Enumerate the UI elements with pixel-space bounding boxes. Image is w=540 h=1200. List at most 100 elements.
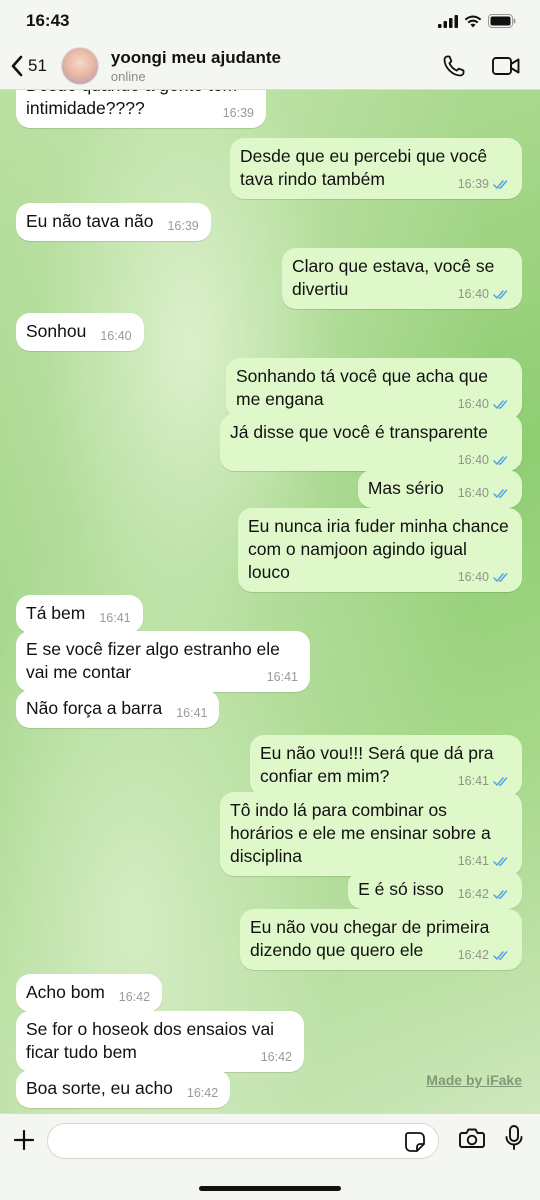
unread-count: 51	[28, 55, 47, 75]
message-meta: 16:40	[458, 397, 510, 411]
message-bubble-incoming[interactable]: E se você fizer algo estranho ele vai me…	[16, 631, 310, 692]
double-check-icon	[493, 399, 508, 409]
double-check-icon	[493, 179, 508, 189]
message-bubble-outgoing[interactable]: E é só isso 16:42	[348, 871, 522, 909]
message-bubble-incoming[interactable]: Tá bem 16:41	[16, 595, 143, 633]
message-time: 16:39	[457, 177, 489, 191]
chevron-left-icon	[11, 55, 23, 76]
message-bubble-outgoing[interactable]: Já disse que você é transparente 16:40	[220, 414, 522, 471]
message-text: E se você fizer algo estranho ele vai me…	[26, 639, 280, 682]
status-time: 16:43	[26, 11, 70, 30]
message-text: Acho bom	[26, 982, 105, 1002]
message-meta: 16:41	[99, 611, 130, 625]
message-meta: 16:39	[167, 219, 198, 233]
message-text: Já disse que você é transparente	[230, 422, 488, 442]
contact-info[interactable]: yoongi meu ajudante online	[111, 48, 442, 84]
message-text: Tá bem	[26, 603, 86, 623]
double-check-icon	[493, 455, 508, 465]
message-meta: 16:40	[100, 329, 131, 343]
sticker-icon[interactable]	[404, 1131, 426, 1153]
double-check-icon	[493, 289, 508, 299]
message-bubble-outgoing[interactable]: Claro que estava, você se divertiu 16:40	[282, 248, 522, 309]
message-text: Desde que eu percebi que você tava rindo…	[240, 146, 488, 189]
message-bubble-incoming[interactable]: Acho bom 16:42	[16, 974, 163, 1012]
message-bubble-outgoing[interactable]: Eu nunca iria fuder minha chance com o n…	[238, 508, 522, 592]
home-indicator	[199, 1186, 341, 1191]
message-text: Se for o hoseok dos ensaios vai ficar tu…	[26, 1019, 275, 1062]
message-time: 16:41	[99, 611, 131, 625]
message-bubble-incoming[interactable]: Não força a barra 16:41	[16, 690, 220, 728]
message-meta: 16:40	[458, 287, 510, 301]
video-camera-icon[interactable]	[492, 56, 520, 76]
message-time: 16:40	[100, 329, 132, 343]
message-time: 16:42	[457, 948, 489, 962]
chat-area[interactable]: Desde quando a gente tem intimidade???? …	[0, 90, 540, 1113]
phone-icon[interactable]	[442, 54, 466, 78]
double-check-icon	[493, 856, 508, 866]
message-time: 16:42	[118, 990, 151, 1004]
message-input-wrapper	[47, 1123, 439, 1159]
message-time: 16:39	[222, 106, 254, 120]
message-time: 16:40	[457, 486, 489, 500]
avatar[interactable]	[60, 46, 99, 85]
message-time: 16:41	[266, 670, 298, 684]
microphone-icon[interactable]	[504, 1125, 524, 1151]
message-meta: 16:42	[458, 948, 510, 962]
plus-icon[interactable]	[12, 1128, 36, 1152]
message-meta: 16:39	[223, 106, 254, 120]
message-meta: 16:42	[458, 887, 510, 901]
message-bubble-outgoing[interactable]: Sonhando tá você que acha que me engana …	[226, 358, 522, 419]
contact-name: yoongi meu ajudante	[110, 47, 281, 67]
message-time: 16:40	[457, 397, 489, 411]
message-text: Tô indo lá para combinar os horários e e…	[230, 800, 491, 866]
header-actions	[442, 54, 530, 78]
message-time: 16:40	[457, 570, 489, 584]
message-time: 16:40	[457, 453, 489, 467]
message-meta: 16:42	[187, 1086, 218, 1100]
message-bubble-outgoing[interactable]: Mas sério 16:40	[357, 470, 522, 508]
double-check-icon	[493, 950, 508, 960]
message-meta: 16:40	[458, 570, 510, 584]
message-time: 16:39	[167, 219, 199, 233]
message-text: E é só isso	[358, 879, 444, 899]
message-input[interactable]	[48, 1124, 388, 1158]
message-time: 16:41	[176, 706, 208, 720]
message-bubble-outgoing[interactable]: Desde que eu percebi que você tava rindo…	[230, 138, 522, 199]
message-time: 16:42	[260, 1050, 292, 1064]
message-bubble-outgoing[interactable]: Tô indo lá para combinar os horários e e…	[220, 792, 522, 876]
double-check-icon	[493, 889, 508, 899]
message-meta: 16:41	[267, 670, 298, 684]
message-meta: 16:42	[261, 1050, 292, 1064]
message-bubble-outgoing[interactable]: Eu não vou!!! Será que dá pra confiar em…	[250, 735, 522, 796]
message-bubble-incoming[interactable]: Eu não tava não 16:39	[16, 203, 211, 241]
camera-icon[interactable]	[459, 1127, 485, 1149]
message-text: Sonhando tá você que acha que me engana	[236, 366, 489, 409]
message-bubble-incoming[interactable]: Boa sorte, eu acho 16:42	[16, 1070, 231, 1108]
message-meta: 16:42	[119, 990, 150, 1004]
message-time: 16:42	[186, 1086, 219, 1100]
message-meta: 16:41	[458, 774, 510, 788]
double-check-icon	[493, 488, 508, 498]
message-time: 16:42	[457, 887, 489, 901]
message-text: Eu não vou chegar de primeira dizendo qu…	[250, 917, 490, 960]
status-icons	[438, 14, 516, 28]
signal-icon	[438, 14, 458, 28]
message-meta: 16:41	[176, 706, 207, 720]
message-text: Sonhou	[26, 321, 87, 341]
chat-header: 51 yoongi meu ajudante online	[0, 42, 540, 90]
double-check-icon	[493, 776, 508, 786]
message-bubble-outgoing[interactable]: Eu não vou chegar de primeira dizendo qu…	[240, 909, 522, 970]
message-bubble-incoming[interactable]: Sonhou 16:40	[16, 313, 144, 351]
back-button[interactable]: 51	[10, 55, 47, 77]
message-text: Desde quando a gente tem intimidade????	[26, 90, 237, 118]
message-text: Não força a barra	[26, 698, 163, 718]
contact-status: online	[110, 68, 146, 84]
message-bubble-incoming[interactable]: Desde quando a gente tem intimidade???? …	[16, 90, 266, 128]
message-bubble-incoming[interactable]: Se for o hoseok dos ensaios vai ficar tu…	[16, 1011, 304, 1072]
message-text: Boa sorte, eu acho	[26, 1078, 173, 1098]
message-meta: 16:39	[458, 177, 510, 191]
watermark: Made by iFake	[426, 1072, 522, 1088]
message-time: 16:41	[457, 854, 489, 868]
message-text: Eu não tava não	[26, 211, 154, 231]
wifi-icon	[464, 15, 482, 27]
